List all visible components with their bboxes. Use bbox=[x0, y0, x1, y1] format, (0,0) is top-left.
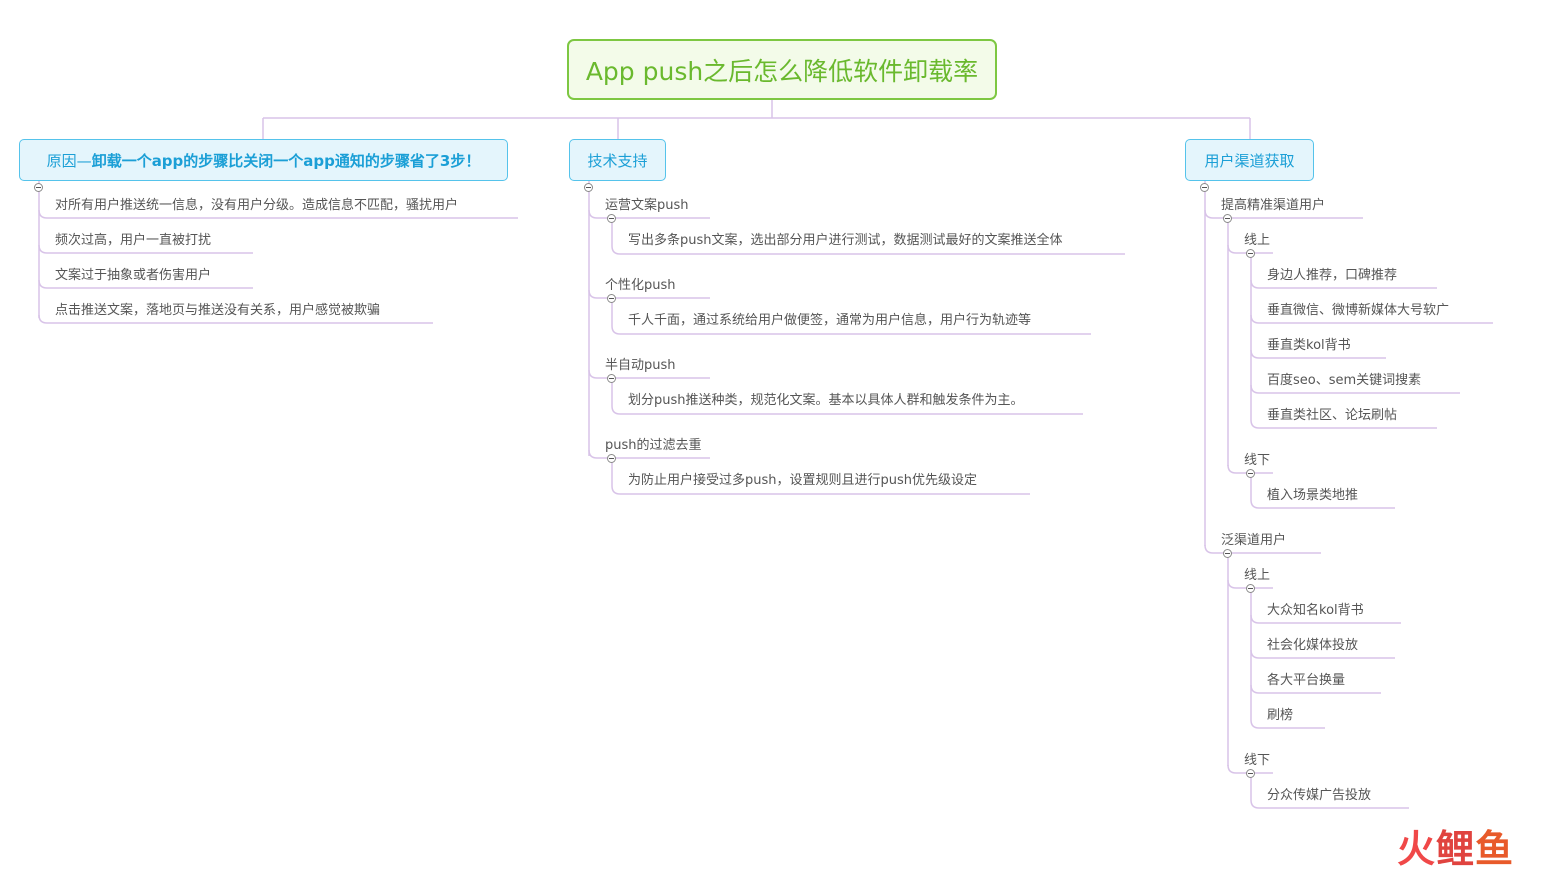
broad-online-label[interactable]: 线上 bbox=[1244, 568, 1270, 584]
reason-item-2[interactable]: 频次过高，用户一直被打扰 bbox=[55, 233, 211, 249]
tech-group-detail[interactable]: 为防止用户接受过多push，设置规则且进行push优先级设定 bbox=[628, 473, 977, 489]
tech-group-title[interactable]: 运营文案push bbox=[605, 198, 689, 214]
watermark-logo: 火鲤鱼 bbox=[1397, 818, 1514, 873]
branch-reason[interactable]: 原因— 卸载一个app的步骤比关闭一个app通知的步骤省了3步！ bbox=[19, 139, 508, 181]
tech-group-title[interactable]: 个性化push bbox=[605, 278, 676, 294]
tech-group-detail[interactable]: 写出多条push文案，选出部分用户进行测试，数据测试最好的文案推送全体 bbox=[628, 233, 1063, 249]
collapse-reason-icon[interactable] bbox=[34, 183, 43, 192]
branch-tech[interactable]: 技术支持 bbox=[569, 139, 666, 181]
collapse-channel-icon[interactable] bbox=[1200, 183, 1209, 192]
collapse-tech-group-icon[interactable] bbox=[607, 374, 616, 383]
reason-item-1[interactable]: 对所有用户推送统一信息，没有用户分级。造成信息不匹配，骚扰用户 bbox=[55, 198, 458, 214]
precise-online-item[interactable]: 垂直类kol背书 bbox=[1267, 338, 1351, 354]
tech-group-title[interactable]: push的过滤去重 bbox=[605, 438, 702, 454]
broad-online-item[interactable]: 大众知名kol背书 bbox=[1267, 603, 1364, 619]
broad-online-item[interactable]: 刷榜 bbox=[1267, 708, 1293, 724]
collapse-tech-group-icon[interactable] bbox=[607, 214, 616, 223]
broad-online-item[interactable]: 各大平台换量 bbox=[1267, 673, 1345, 689]
precise-online-item[interactable]: 百度seo、sem关键词搜素 bbox=[1267, 373, 1421, 389]
tech-group-detail[interactable]: 划分push推送种类，规范化文案。基本以具体人群和触发条件为主。 bbox=[628, 393, 1024, 409]
precise-online-label[interactable]: 线上 bbox=[1244, 233, 1270, 249]
connector-lines bbox=[38, 100, 1493, 809]
reason-item-4[interactable]: 点击推送文案，落地页与推送没有关系，用户感觉被欺骗 bbox=[55, 303, 380, 319]
collapse-precise-online-icon[interactable] bbox=[1246, 249, 1255, 258]
channel-precise-title[interactable]: 提高精准渠道用户 bbox=[1221, 198, 1325, 214]
broad-online-item[interactable]: 社会化媒体投放 bbox=[1267, 638, 1358, 654]
watermark-char: 火 bbox=[1397, 827, 1437, 871]
collapse-tech-group-icon[interactable] bbox=[607, 454, 616, 463]
collapse-precise-icon[interactable] bbox=[1223, 214, 1232, 223]
branch-reason-prefix: 原因— bbox=[46, 151, 92, 170]
precise-offline-label[interactable]: 线下 bbox=[1244, 453, 1270, 469]
precise-offline-item[interactable]: 植入场景类地推 bbox=[1267, 488, 1358, 504]
collapse-precise-offline-icon[interactable] bbox=[1246, 469, 1255, 478]
precise-online-item[interactable]: 垂直类社区、论坛刷帖 bbox=[1267, 408, 1397, 424]
collapse-tech-group-icon[interactable] bbox=[607, 294, 616, 303]
precise-online-item[interactable]: 垂直微信、微博新媒体大号软广 bbox=[1267, 303, 1449, 319]
watermark-char: 鱼 bbox=[1475, 827, 1515, 871]
branch-reason-bold: 卸载一个app的步骤比关闭一个app通知的步骤省了3步！ bbox=[91, 151, 481, 170]
branch-channel[interactable]: 用户渠道获取 bbox=[1185, 139, 1314, 181]
tech-group-detail[interactable]: 千人千面，通过系统给用户做便签，通常为用户信息，用户行为轨迹等 bbox=[628, 313, 1031, 329]
root-topic[interactable]: App push之后怎么降低软件卸载率 bbox=[567, 39, 997, 100]
channel-broad-title[interactable]: 泛渠道用户 bbox=[1221, 533, 1286, 549]
tech-group-title[interactable]: 半自动push bbox=[605, 358, 676, 374]
collapse-broad-offline-icon[interactable] bbox=[1246, 769, 1255, 778]
collapse-broad-icon[interactable] bbox=[1223, 549, 1232, 558]
watermark-char: 鲤 bbox=[1436, 827, 1476, 871]
precise-online-item[interactable]: 身边人推荐，口碑推荐 bbox=[1267, 268, 1397, 284]
reason-item-3[interactable]: 文案过于抽象或者伤害用户 bbox=[55, 268, 211, 284]
collapse-broad-online-icon[interactable] bbox=[1246, 584, 1255, 593]
broad-offline-label[interactable]: 线下 bbox=[1244, 753, 1270, 769]
collapse-tech-icon[interactable] bbox=[584, 183, 593, 192]
broad-offline-item[interactable]: 分众传媒广告投放 bbox=[1267, 788, 1371, 804]
